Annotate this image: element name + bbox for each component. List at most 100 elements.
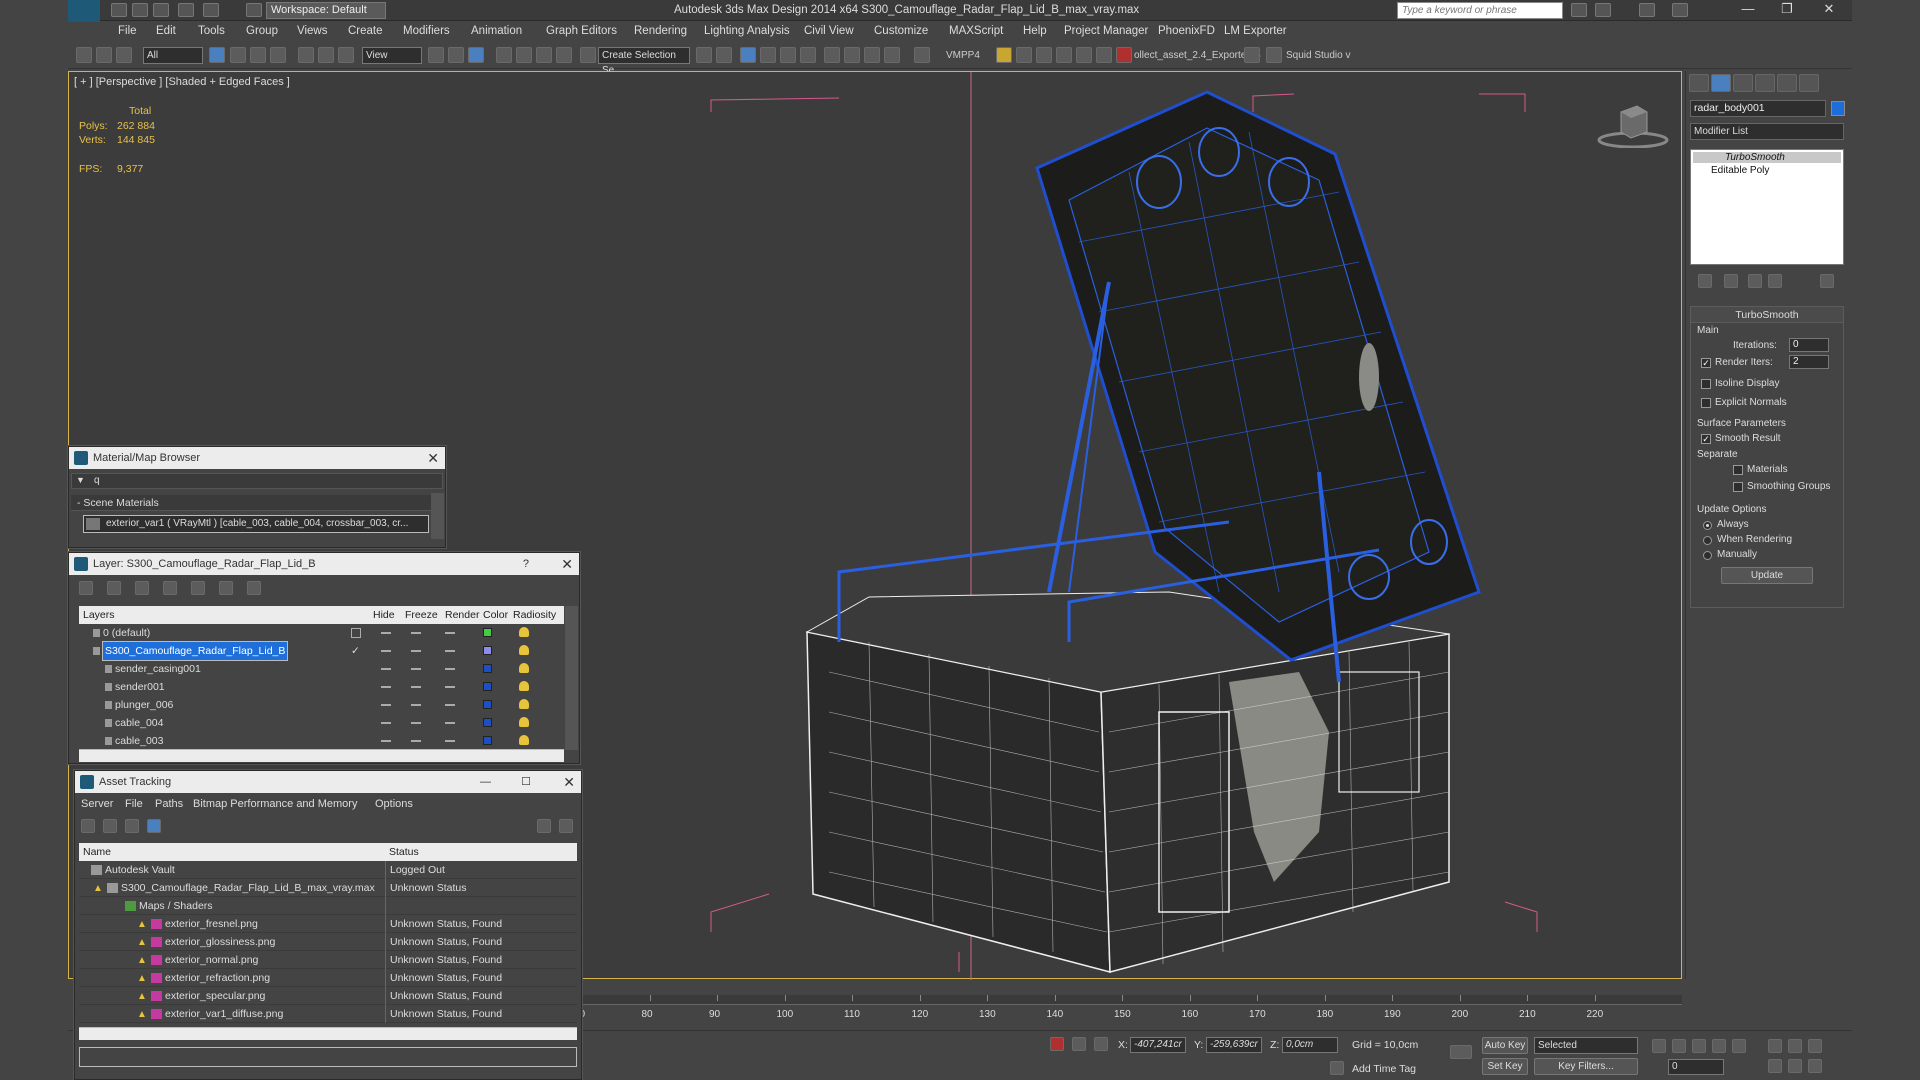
layer-color-swatch[interactable] (483, 718, 492, 727)
pivot-icon[interactable] (428, 47, 444, 63)
menu-lighting-analysis[interactable]: Lighting Analysis (704, 25, 790, 37)
image-icon[interactable] (1016, 47, 1032, 63)
radiosity-icon[interactable] (519, 663, 529, 673)
freeze-toggle-icon[interactable] (411, 722, 421, 724)
render-setup-icon[interactable] (844, 47, 860, 63)
layer-row[interactable]: sender_casing001 (79, 660, 564, 678)
pin-icon[interactable] (1050, 1037, 1064, 1051)
layer-name[interactable]: plunger_006 (115, 696, 173, 714)
selected-dropdown[interactable]: Selected (1534, 1037, 1638, 1054)
remove-modifier-icon[interactable] (1768, 274, 1782, 288)
material-browser-close-icon[interactable]: ✕ (427, 447, 439, 469)
curve-editor-icon[interactable] (780, 47, 796, 63)
new-file-button[interactable] (111, 3, 127, 17)
col-radiosity[interactable]: Radiosity (513, 606, 556, 624)
prev-frame-icon[interactable] (1672, 1039, 1686, 1053)
asset-menu-file[interactable]: File (125, 798, 143, 810)
menu-maxscript[interactable]: MAXScript (949, 25, 1003, 37)
move-icon[interactable] (298, 47, 314, 63)
angle-snap-icon[interactable] (516, 47, 532, 63)
manually-radio[interactable] (1703, 551, 1712, 560)
transform-icon[interactable] (1056, 47, 1072, 63)
create-tab-icon[interactable] (1689, 74, 1709, 92)
key-filters-button[interactable]: Key Filters... (1534, 1058, 1638, 1075)
orbit-icon[interactable] (1788, 1059, 1802, 1073)
exporter-label[interactable]: ollect_asset_2.4_Exporter_3 (1134, 50, 1261, 61)
tools-icon[interactable] (1595, 3, 1611, 17)
window-crossing-icon[interactable] (270, 47, 286, 63)
radiosity-icon[interactable] (519, 735, 529, 745)
redo-button[interactable] (203, 3, 219, 17)
asset-tracking-close-icon[interactable]: ✕ (563, 771, 575, 793)
squid-label[interactable]: Squid Studio v (1286, 50, 1351, 61)
workspace-dropdown[interactable]: Workspace: Default (266, 2, 386, 19)
selection-filter-dropdown[interactable]: All (143, 47, 203, 64)
menu-phoenixfd[interactable]: PhoenixFD (1158, 25, 1215, 37)
layer-row[interactable]: sender001 (79, 678, 564, 696)
show-end-result-icon[interactable] (1724, 274, 1738, 288)
radiosity-icon[interactable] (519, 627, 529, 637)
layer-scrollbar[interactable] (565, 606, 578, 750)
asset-name[interactable]: exterior_var1_diffuse.png (165, 1005, 283, 1023)
graphite-icon[interactable] (760, 47, 776, 63)
select-by-name-icon[interactable] (230, 47, 246, 63)
asset-name[interactable]: exterior_refraction.png (165, 969, 270, 987)
asset-menu-paths[interactable]: Paths (155, 798, 183, 810)
asset-row[interactable]: ▲ exterior_fresnel.png Unknown Status, Fou… (79, 915, 577, 933)
menu-views[interactable]: Views (297, 25, 327, 37)
asset-menu-options[interactable]: Options (375, 798, 413, 810)
material-browser-scrollbar[interactable] (431, 493, 444, 539)
layer-h-scrollbar[interactable] (79, 749, 564, 762)
table-view-icon[interactable] (147, 819, 161, 833)
hierarchy-tab-icon[interactable] (1733, 74, 1753, 92)
help-icon[interactable] (1672, 3, 1688, 17)
asset-name[interactable]: exterior_specular.png (165, 987, 265, 1005)
layer-manager-icon[interactable] (740, 47, 756, 63)
undo-button[interactable] (178, 3, 194, 17)
selection-region-icon[interactable] (250, 47, 266, 63)
asset-row[interactable]: Autodesk Vault Logged Out (79, 861, 577, 879)
asset-name[interactable]: Autodesk Vault (105, 861, 175, 879)
edit-named-sel-icon[interactable] (580, 47, 596, 63)
update-button[interactable]: Update (1721, 567, 1813, 584)
z-coordinate-field[interactable]: 0,0cm (1282, 1037, 1338, 1053)
object-color-swatch[interactable] (1831, 101, 1845, 116)
asset-row[interactable]: ▲ exterior_normal.png Unknown Status, Foun… (79, 951, 577, 969)
list-view-icon[interactable] (103, 819, 117, 833)
render-iters-spinner[interactable]: 2 (1789, 355, 1829, 369)
pan-icon[interactable] (1768, 1059, 1782, 1073)
hide-toggle-icon[interactable] (381, 650, 391, 652)
materials-checkbox[interactable] (1733, 465, 1743, 475)
zoom-extents-icon[interactable] (1808, 1039, 1822, 1053)
material-editor-icon[interactable] (824, 47, 840, 63)
key-icon[interactable] (1450, 1045, 1472, 1059)
motion-tab-icon[interactable] (1755, 74, 1775, 92)
asset-row[interactable]: ▲ exterior_refraction.png Unknown Status, … (79, 969, 577, 987)
menu-customize[interactable]: Customize (874, 25, 928, 37)
turbosmooth-title[interactable]: TurboSmooth (1691, 307, 1843, 323)
asset-h-scrollbar[interactable] (79, 1027, 577, 1040)
asset-name[interactable]: exterior_normal.png (165, 951, 258, 969)
menu-animation[interactable]: Animation (471, 25, 522, 37)
render-icon[interactable] (884, 47, 900, 63)
menu-modifiers[interactable]: Modifiers (403, 25, 450, 37)
y-coordinate-field[interactable]: -259,639cr (1206, 1037, 1262, 1053)
lock-selection-icon[interactable] (1072, 1037, 1086, 1051)
save-file-button[interactable] (153, 3, 169, 17)
mirror-icon[interactable] (696, 47, 712, 63)
asset-tracking-title-bar[interactable]: Asset Tracking — ☐ ✕ (75, 771, 581, 793)
asset-help-icon[interactable] (537, 819, 551, 833)
delete-layer-icon[interactable] (107, 581, 121, 595)
hide-toggle-icon[interactable] (381, 740, 391, 742)
layer-color-swatch[interactable] (483, 736, 492, 745)
hide-toggle-icon[interactable] (381, 668, 391, 670)
iterations-spinner[interactable]: 0 (1789, 338, 1829, 352)
add-time-tag-label[interactable]: Add Time Tag (1352, 1063, 1416, 1075)
set-key-button[interactable]: Set Key (1482, 1058, 1528, 1075)
star-icon[interactable] (1639, 3, 1655, 17)
hold-button[interactable] (246, 3, 262, 17)
active-layer-checkbox[interactable] (351, 628, 361, 638)
align-icon[interactable] (716, 47, 732, 63)
object-name-field[interactable]: radar_body001 (1690, 100, 1826, 117)
freeze-toggle-icon[interactable] (411, 704, 421, 706)
